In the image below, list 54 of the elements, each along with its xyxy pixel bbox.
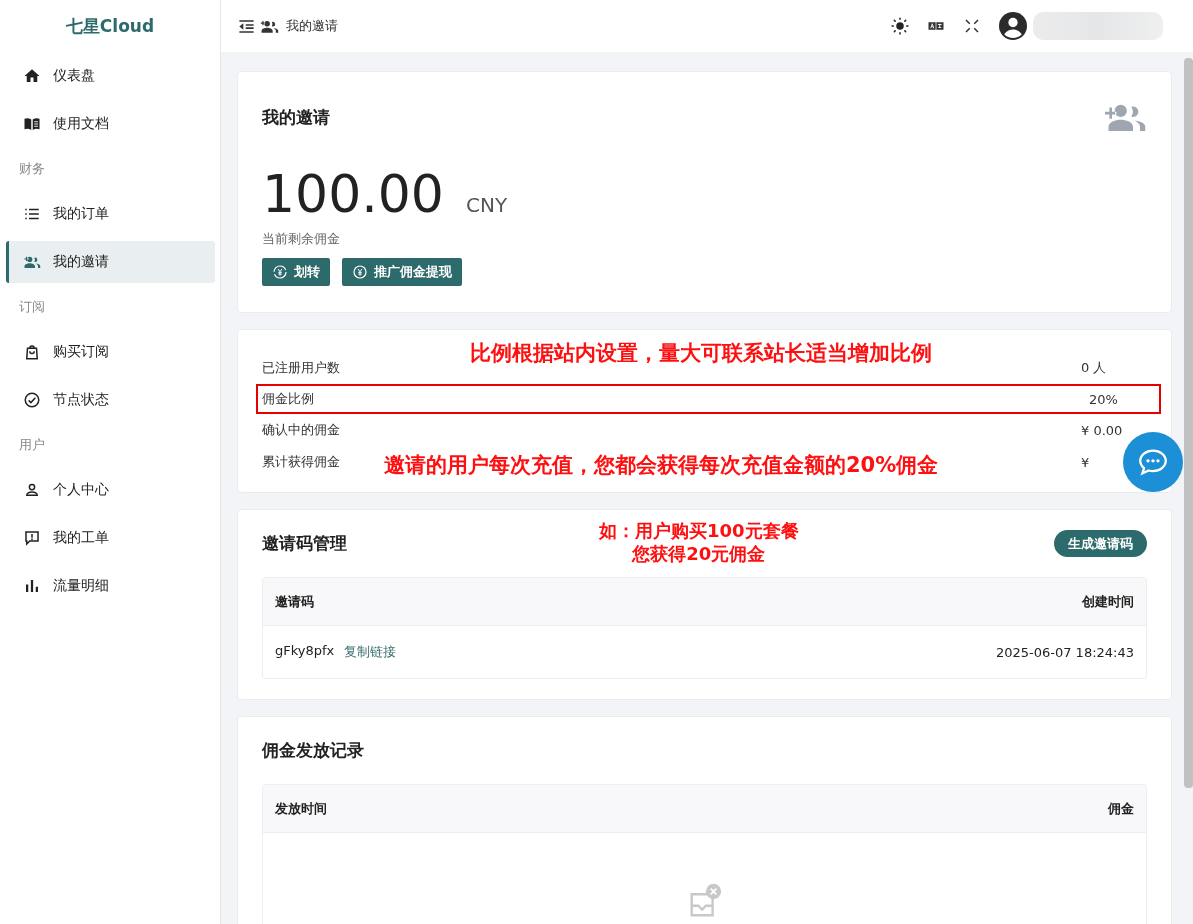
bag-icon — [23, 343, 41, 361]
bar-chart-icon — [23, 577, 41, 595]
table-cell-text: gFky8pfx — [275, 643, 335, 660]
annotation-text: 如：用户购买100元套餐 您获得20元佣金 — [599, 520, 799, 565]
nav-item[interactable]: 我的订单 — [6, 193, 215, 235]
amount-caption: 当前剩余佣金 — [262, 230, 341, 248]
stat-label: 确认中的佣金 — [262, 421, 340, 439]
generate-code-button[interactable]: 生成邀请码 — [1054, 530, 1147, 557]
home-icon — [23, 67, 41, 85]
stat-value: ¥ 0.00 — [1081, 422, 1124, 438]
speech-bubble-icon — [23, 529, 41, 547]
stat-label: 累计获得佣金 — [262, 453, 340, 471]
stat-label: 佣金比例 — [262, 390, 314, 408]
column-header: 创建时间 — [1082, 592, 1134, 611]
yen-cycle-icon — [272, 264, 288, 280]
currency: CNY — [465, 193, 508, 217]
nav-item[interactable]: 购买订阅 — [6, 331, 215, 373]
stat-value: 0 人 — [1081, 359, 1108, 377]
table-cell: 2025-06-07 18:24:43 — [995, 644, 1134, 660]
card-title: 邀请码管理 — [262, 532, 347, 555]
column-header: 发放时间 — [275, 799, 327, 818]
annotation-text: 邀请的用户每次充值，您都会获得每次充值金额的20%佣金 — [384, 452, 939, 479]
fullscreen-icon[interactable] — [963, 17, 981, 35]
stat-value: ¥ — [1081, 454, 1091, 470]
card-title: 佣金发放记录 — [262, 739, 365, 762]
book-icon — [23, 115, 41, 133]
withdraw-button[interactable]: 推广佣金提现 — [342, 258, 462, 286]
nav-item[interactable]: 仪表盘 — [6, 55, 215, 97]
yen-circle-icon — [352, 264, 368, 280]
transfer-button[interactable]: 划转 — [262, 258, 330, 286]
nav-item[interactable]: 个人中心 — [6, 469, 215, 511]
brand-logo: 七星Cloud — [64, 14, 156, 38]
section-label: 用户 — [18, 436, 46, 454]
sun-icon[interactable] — [891, 17, 909, 35]
avatar-icon[interactable] — [999, 12, 1027, 40]
stat-label: 已注册用户数 — [262, 359, 340, 377]
copy-link[interactable]: 复制链接 — [344, 643, 397, 661]
scrollbar[interactable] — [1184, 58, 1193, 788]
nav-item[interactable]: 我的工单 — [6, 517, 215, 559]
nav-item[interactable]: 节点状态 — [6, 379, 215, 421]
breadcrumb: 我的邀请 — [286, 17, 338, 35]
nav-item[interactable]: 流量明细 — [6, 565, 215, 607]
commission-amount: 100.00 — [262, 164, 444, 224]
stat-value: 20% — [1089, 391, 1119, 407]
section-label: 订阅 — [18, 298, 46, 316]
nav-item[interactable]: 使用文档 — [6, 103, 215, 145]
column-header: 邀请码 — [275, 592, 314, 611]
column-header: 佣金 — [1108, 799, 1134, 818]
annotation-text: 比例根据站内设置，量大可联系站长适当增加比例 — [470, 340, 932, 367]
section-label: 财务 — [18, 160, 46, 178]
nav-item[interactable]: 我的邀请 — [6, 241, 215, 283]
person-icon — [23, 481, 41, 499]
check-circle-icon — [23, 391, 41, 409]
card-title: 我的邀请 — [262, 105, 330, 129]
